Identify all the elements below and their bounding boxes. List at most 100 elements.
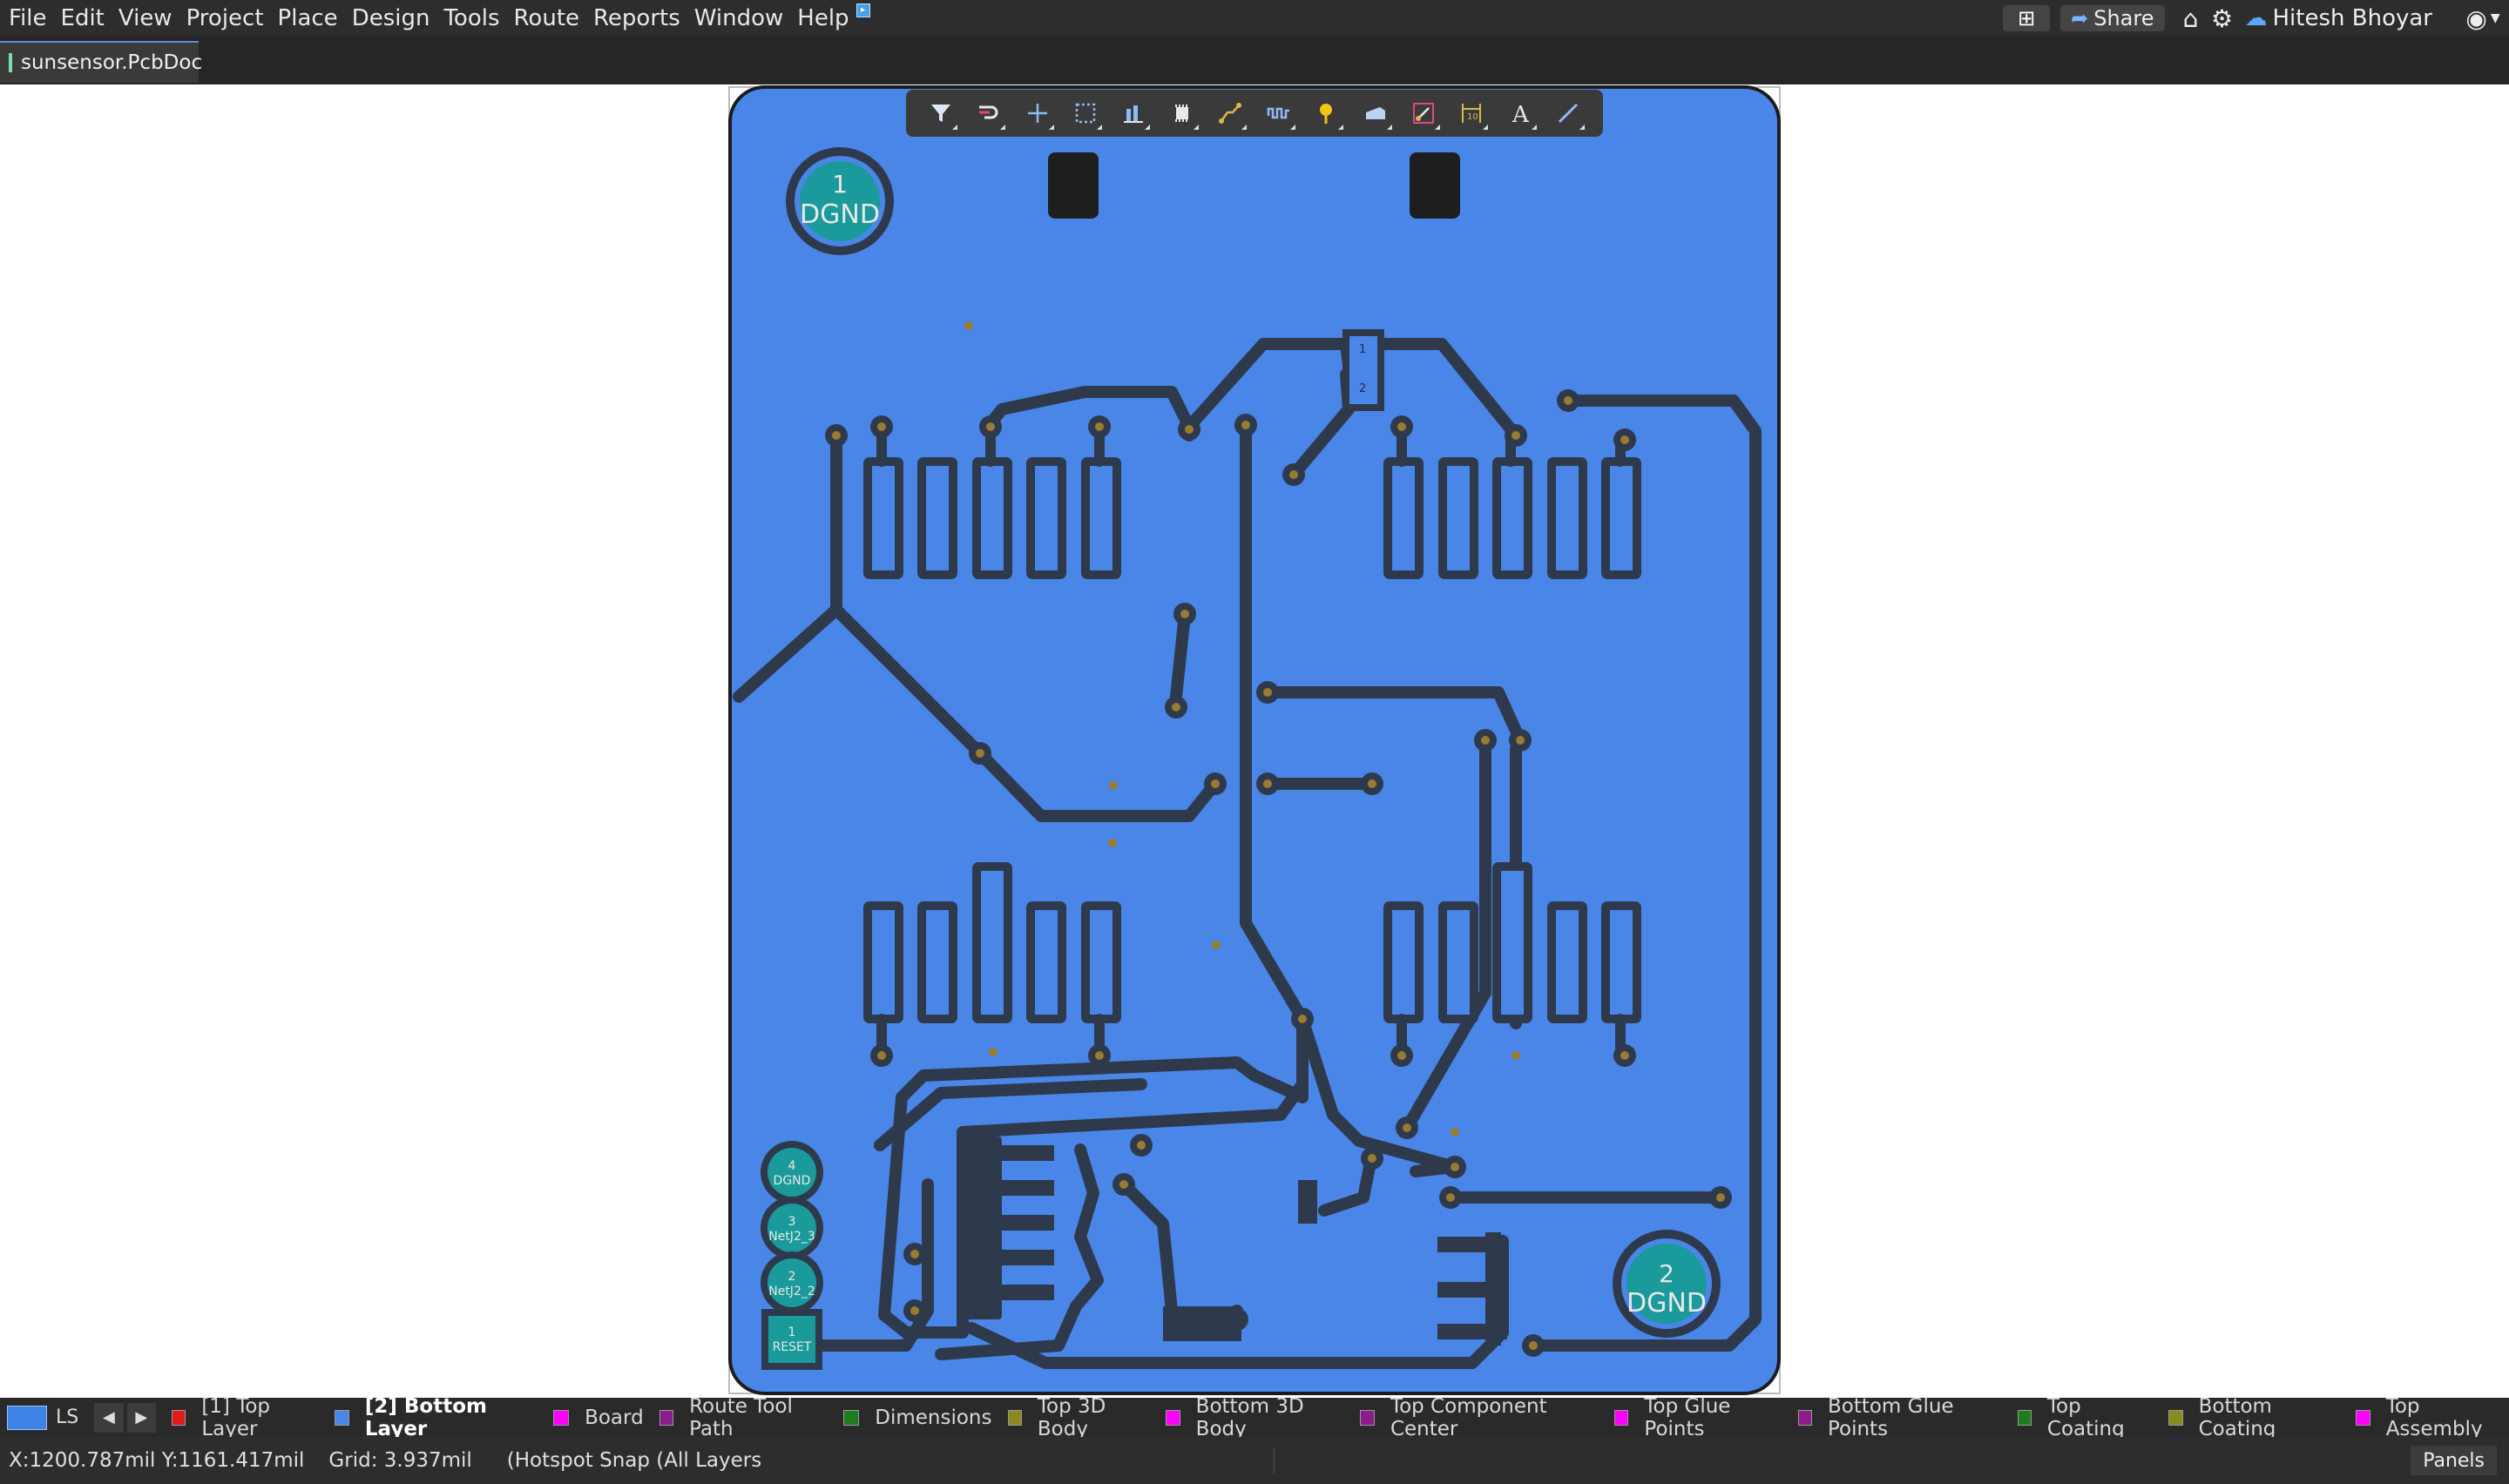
layer-tab-label: Top Coating xyxy=(2046,1394,2125,1440)
menu-view[interactable]: View xyxy=(113,0,178,37)
via-fanout-button[interactable] xyxy=(1403,93,1444,133)
menu-route[interactable]: Route xyxy=(509,0,585,37)
layer-tab[interactable]: Route Tool Path xyxy=(659,1395,828,1440)
tune-length-button[interactable] xyxy=(1259,93,1299,133)
layer-tab[interactable]: Board xyxy=(553,1395,644,1440)
layer-tab[interactable]: Top Component Center xyxy=(1360,1395,1599,1440)
layer-tab[interactable]: [1] Top Layer xyxy=(171,1395,319,1440)
polygon-pour-button[interactable] xyxy=(1356,93,1396,133)
ic-pad xyxy=(972,862,1012,1023)
layer-tab[interactable]: Top 3D Body xyxy=(1007,1394,1151,1440)
pcb-canvas[interactable]: 1 2 1 DGND 2 DGND 4 DGND 3 NetJ2_3 2 Net… xyxy=(0,84,2509,1398)
svg-text:10: 10 xyxy=(1467,112,1478,122)
layer-tab-label: Top Glue Points xyxy=(1644,1394,1731,1440)
layer-color-swatch xyxy=(1613,1409,1629,1426)
layer-tab[interactable]: Top Coating xyxy=(2017,1394,2154,1440)
place-cross-icon xyxy=(1027,104,1047,123)
layer-color-swatch xyxy=(553,1409,570,1426)
cloud-icon: ☁ xyxy=(2244,5,2268,31)
line-icon xyxy=(1559,103,1579,124)
component-button[interactable] xyxy=(1162,93,1202,133)
user-workspace[interactable]: ☁ Hitesh Bhoyar xyxy=(2245,5,2433,31)
net-inspector-icon xyxy=(1320,104,1333,124)
select-rect-button[interactable] xyxy=(1065,93,1106,133)
pcb-board-view[interactable]: 1 2 1 DGND 2 DGND 4 DGND 3 NetJ2_3 2 Net… xyxy=(0,84,2509,1398)
text-string-button[interactable]: A xyxy=(1500,93,1540,133)
layer-tab[interactable]: [2] Bottom Layer xyxy=(335,1395,538,1440)
layer-tab-label: Top 3D Body xyxy=(1037,1394,1106,1440)
ic-pad xyxy=(1438,901,1478,1023)
menu-place[interactable]: Place xyxy=(273,0,343,37)
gear-icon: ⚙ xyxy=(2210,3,2234,33)
menu-file[interactable]: File xyxy=(3,0,52,37)
layer-tab-label: Top Assembly xyxy=(2385,1394,2483,1440)
layer-tab-label: Top Component Center xyxy=(1390,1394,1547,1440)
keepout-pad-right xyxy=(1410,152,1460,219)
layer-tab[interactable]: Top Glue Points xyxy=(1613,1394,1782,1440)
layer-color-swatch xyxy=(1360,1409,1375,1426)
cursor-coordinates: X:1200.787mil Y:1161.417mil xyxy=(9,1449,305,1472)
active-bar-toolbar: 10 A xyxy=(906,90,1603,137)
layer-tab[interactable]: Bottom Coating xyxy=(2168,1395,2340,1440)
menu-window[interactable]: Window xyxy=(689,0,789,37)
new-document-button[interactable]: ⊞ xyxy=(2003,5,2051,31)
settings-button[interactable]: ⚙ xyxy=(2207,3,2238,34)
layer-color-swatch xyxy=(1166,1409,1180,1426)
document-tab[interactable]: sunsensor.PcbDoc xyxy=(0,41,202,83)
align-button[interactable] xyxy=(1113,93,1153,133)
layer-set-selector[interactable]: LS xyxy=(7,1405,91,1430)
menu-tools[interactable]: Tools xyxy=(438,0,504,37)
share-label: Share xyxy=(2093,6,2154,30)
polygon-pour-icon xyxy=(1365,107,1385,119)
chevron-left-icon: ◀ xyxy=(102,1408,115,1427)
ic-pad xyxy=(1026,901,1066,1023)
layer-tab-label: [2] Bottom Layer xyxy=(364,1394,487,1440)
layer-tab[interactable]: Bottom Glue Points xyxy=(1797,1395,2002,1440)
dimension-button[interactable]: 10 xyxy=(1451,93,1491,133)
select-rect-icon xyxy=(1075,103,1096,124)
layer-scroll-right-button[interactable]: ▶ xyxy=(126,1402,156,1433)
place-cross-button[interactable] xyxy=(1018,93,1058,133)
tune-length-icon xyxy=(1267,107,1289,119)
mounting-hole-1-net: DGND xyxy=(800,199,880,230)
layer-color-swatch xyxy=(2168,1409,2183,1426)
layer-tab-label: Bottom Coating xyxy=(2198,1394,2276,1440)
layer-scroll-left-button[interactable]: ◀ xyxy=(94,1402,124,1433)
dimension-icon: 10 xyxy=(1462,104,1482,123)
layer-tab[interactable]: Top Assembly xyxy=(2356,1395,2509,1440)
layer-tab[interactable]: Dimensions xyxy=(843,1395,992,1440)
small-comp-pin-1: 1 xyxy=(1359,343,1366,356)
connector-pin-4-number: 4 xyxy=(788,1159,796,1173)
share-button[interactable]: ➦ Share xyxy=(2060,5,2165,31)
menu-help[interactable]: Help xyxy=(792,0,854,37)
menu-design[interactable]: Design xyxy=(347,0,436,37)
menu-reports[interactable]: Reports xyxy=(588,0,686,37)
share-arrow-icon: ➦ xyxy=(2071,6,2089,30)
home-button[interactable]: ⌂ xyxy=(2175,3,2207,34)
ic-pad xyxy=(1081,901,1121,1023)
plus-icon: ⊞ xyxy=(2018,6,2036,30)
layer-tab[interactable]: Bottom 3D Body xyxy=(1166,1395,1344,1440)
route-multiple-button[interactable] xyxy=(1210,93,1250,133)
panels-button[interactable]: Panels xyxy=(2411,1446,2497,1475)
user-name: Hitesh Bhoyar xyxy=(2272,5,2433,31)
account-button[interactable]: ◉ ▼ xyxy=(2457,4,2509,33)
panels-label: Panels xyxy=(2423,1449,2485,1472)
layer-tab-label: Board xyxy=(585,1406,644,1429)
ic-pad xyxy=(917,901,957,1023)
menu-project[interactable]: Project xyxy=(181,0,269,37)
grid-size: Grid: 3.937mil xyxy=(328,1449,472,1472)
chevron-down-icon: ▼ xyxy=(2490,11,2500,25)
net-inspector-button[interactable] xyxy=(1307,93,1347,133)
user-circle-icon: ◉ xyxy=(2465,3,2487,33)
interactive-route-button[interactable] xyxy=(969,93,1009,133)
ic-pad xyxy=(1383,457,1424,579)
status-divider xyxy=(1274,1447,1275,1474)
menu-edit[interactable]: Edit xyxy=(56,0,110,37)
filter-button[interactable] xyxy=(921,93,961,133)
help-badge-icon[interactable]: ▸ xyxy=(855,3,870,17)
line-button[interactable] xyxy=(1548,93,1588,133)
small-comp-pin-2: 2 xyxy=(1359,382,1366,395)
align-icon xyxy=(1124,105,1144,123)
mounting-hole-1-number: 1 xyxy=(832,170,848,199)
